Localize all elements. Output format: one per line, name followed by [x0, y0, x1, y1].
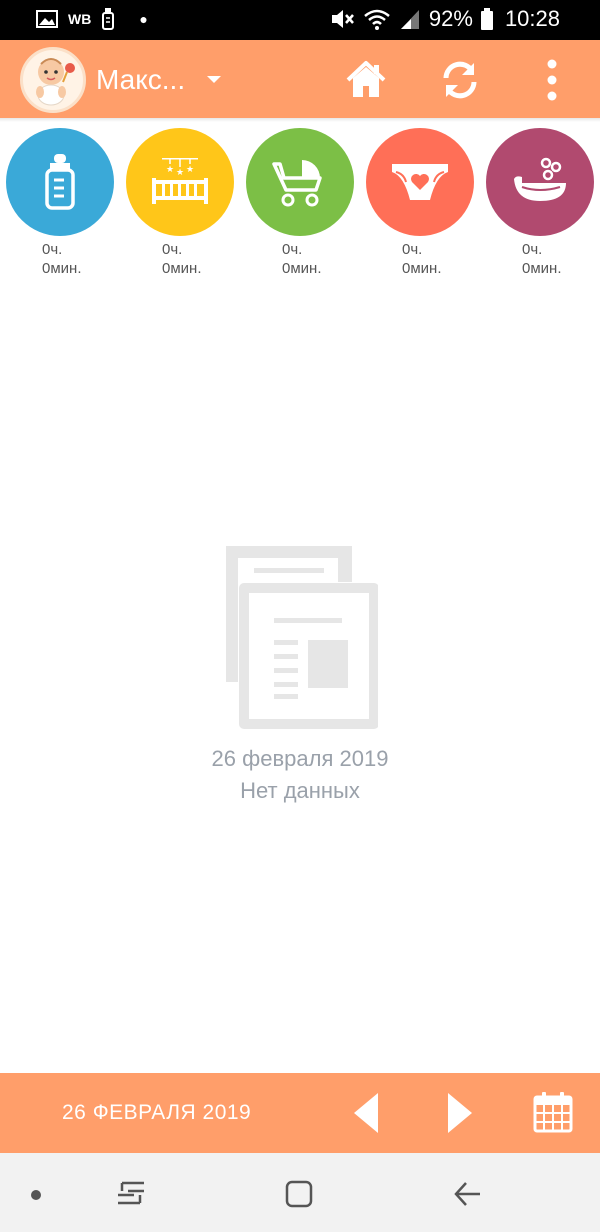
- clock: 10:28: [504, 6, 560, 31]
- crib-icon: ★ ★ ★: [152, 158, 208, 204]
- wifi-icon: [364, 9, 390, 30]
- signal-icon: [400, 10, 419, 29]
- baby-avatar-icon: [36, 58, 75, 106]
- activity-walk-minutes: 0мин.: [282, 260, 322, 277]
- svg-text:★: ★: [186, 165, 194, 175]
- activity-diaper-circle[interactable]: [366, 128, 474, 236]
- gallery-icon: [36, 10, 58, 28]
- activity-sleep-hours: 0ч.: [162, 241, 183, 258]
- diaper-icon: [392, 164, 448, 200]
- activity-feeding-minutes: 0мин.: [42, 260, 82, 277]
- svg-text:★: ★: [176, 168, 184, 178]
- calendar-icon[interactable]: [533, 1091, 573, 1133]
- battery-percent: 92%: [428, 6, 473, 31]
- activity-bath[interactable]: 0ч. 0мин.: [486, 128, 594, 278]
- activity-feeding[interactable]: 0ч. 0мин.: [6, 128, 114, 278]
- bottle-notification-icon: [102, 8, 115, 30]
- activity-bath-hours: 0ч.: [522, 241, 543, 258]
- home-nav-icon[interactable]: [284, 1179, 314, 1209]
- activity-feeding-hours: 0ч.: [42, 241, 63, 258]
- child-name[interactable]: Макс...: [96, 64, 185, 96]
- mute-icon: [331, 10, 354, 28]
- more-vert-icon[interactable]: [530, 58, 574, 102]
- carrier-badge: WB: [68, 11, 92, 27]
- system-nav-bar: [0, 1153, 600, 1232]
- empty-state-date: 26 февраля 2019: [211, 746, 389, 771]
- app-bar: Макс...: [0, 40, 600, 118]
- empty-journal-icon: [226, 546, 378, 729]
- activity-walk-hours: 0ч.: [282, 241, 303, 258]
- bottle-icon: [45, 154, 75, 210]
- recent-apps-icon[interactable]: [114, 1179, 148, 1207]
- svg-text:★: ★: [166, 165, 174, 175]
- activity-feeding-circle[interactable]: [6, 128, 114, 236]
- activity-sleep[interactable]: ★ ★ ★ 0ч. 0мин.: [126, 128, 234, 278]
- chevron-down-icon[interactable]: [207, 76, 221, 83]
- selected-date-label[interactable]: 26 ФЕВРАЛЯ 2019: [62, 1101, 251, 1125]
- activity-diaper-hours: 0ч.: [402, 241, 423, 258]
- battery-icon: [480, 8, 493, 30]
- child-avatar[interactable]: [20, 47, 86, 113]
- bathtub-icon: [514, 157, 566, 201]
- activity-diaper[interactable]: 0ч. 0мин.: [366, 128, 474, 278]
- activity-sleep-minutes: 0мин.: [162, 260, 202, 277]
- notification-dot: ●: [139, 11, 148, 27]
- date-bar: 26 ФЕВРАЛЯ 2019: [0, 1073, 600, 1153]
- next-day-button[interactable]: [446, 1093, 474, 1133]
- activity-bath-circle[interactable]: [486, 128, 594, 236]
- previous-day-button[interactable]: [352, 1093, 380, 1133]
- empty-state-message: Нет данных: [240, 778, 360, 803]
- home-icon[interactable]: [344, 58, 388, 102]
- sync-icon[interactable]: [438, 58, 482, 102]
- stroller-icon: [272, 160, 322, 207]
- app-bar-shadow: [0, 118, 600, 122]
- activity-walk-circle[interactable]: [246, 128, 354, 236]
- status-bar: WB ● 92% 10:28: [0, 0, 600, 40]
- activity-bath-minutes: 0мин.: [522, 260, 562, 277]
- activity-walk[interactable]: 0ч. 0мин.: [246, 128, 354, 278]
- activity-sleep-circle[interactable]: ★ ★ ★: [126, 128, 234, 236]
- back-icon[interactable]: [452, 1179, 482, 1209]
- nav-dot-icon[interactable]: [30, 1189, 42, 1201]
- activity-diaper-minutes: 0мин.: [402, 260, 442, 277]
